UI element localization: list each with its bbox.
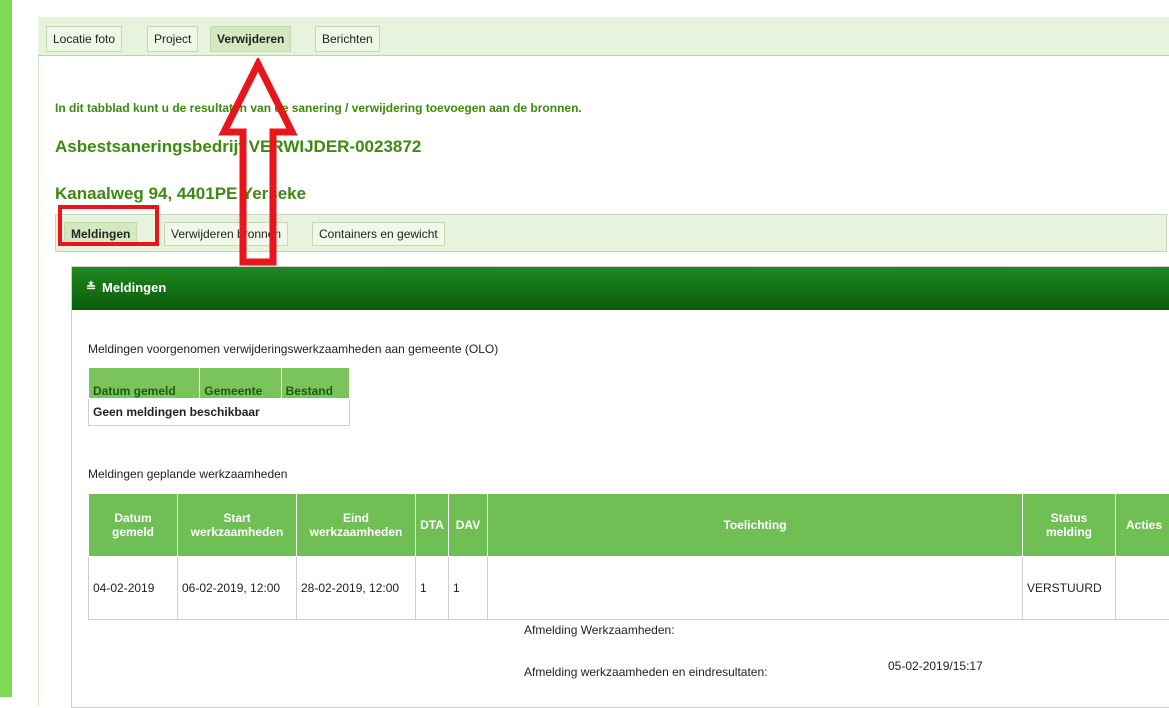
afmelding-date: 05-02-2019/15:17 bbox=[888, 659, 983, 673]
col-dav: DAV bbox=[449, 494, 488, 557]
col-bestand: Bestand bbox=[281, 368, 349, 399]
cell-acties bbox=[1116, 557, 1169, 620]
afmelding-eindresultaten-label: Afmelding werkzaamheden en eindresultate… bbox=[524, 665, 767, 679]
top-tab-bar: Locatie foto Project Verwijderen Bericht… bbox=[38, 17, 1169, 56]
col-acties: Acties bbox=[1116, 494, 1169, 557]
olo-section-label: Meldingen voorgenomen verwijderingswerkz… bbox=[88, 343, 608, 355]
col-datum-gemeld: Datum gemeld bbox=[89, 494, 178, 557]
tab-verwijderen[interactable]: Verwijderen bbox=[210, 26, 291, 52]
tab-locatie-foto[interactable]: Locatie foto bbox=[46, 26, 122, 52]
col-dta: DTA bbox=[416, 494, 449, 557]
left-accent-bar bbox=[0, 0, 12, 697]
planned-section-label: Meldingen geplande werkzaamheden bbox=[88, 467, 287, 481]
intro-text: In dit tabblad kunt u de resultaten van … bbox=[55, 101, 582, 115]
tab-project[interactable]: Project bbox=[147, 26, 198, 52]
cell-eind: 28-02-2019, 12:00 bbox=[297, 557, 416, 620]
col-eind-werkzaamheden: Eind werkzaamheden bbox=[297, 494, 416, 557]
afmelding-werkzaamheden-label: Afmelding Werkzaamheden: bbox=[524, 623, 675, 637]
table-row: 04-02-2019 06-02-2019, 12:00 28-02-2019,… bbox=[89, 557, 1169, 620]
cell-dta: 1 bbox=[416, 557, 449, 620]
highlight-box bbox=[58, 205, 159, 246]
collapse-chevron-icon[interactable]: ≛ bbox=[86, 280, 96, 294]
empty-message: Geen meldingen beschikbaar bbox=[89, 399, 350, 426]
cell-dav: 1 bbox=[449, 557, 488, 620]
panel-header[interactable]: ≛ Meldingen bbox=[72, 267, 1169, 310]
planned-table: Datum gemeld Start werkzaamheden Eind we… bbox=[88, 493, 1169, 620]
cell-status: VERSTUURD bbox=[1023, 557, 1116, 620]
tab-berichten[interactable]: Berichten bbox=[315, 26, 380, 52]
cell-toelichting bbox=[488, 557, 1023, 620]
col-toelichting: Toelichting bbox=[488, 494, 1023, 557]
tab-content: In dit tabblad kunt u de resultaten van … bbox=[38, 56, 1169, 706]
col-status-melding: Status melding bbox=[1023, 494, 1116, 557]
subtab-containers-en-gewicht[interactable]: Containers en gewicht bbox=[312, 222, 445, 246]
cell-datum-gemeld: 04-02-2019 bbox=[89, 557, 178, 620]
page: Locatie foto Project Verwijderen Bericht… bbox=[38, 10, 1169, 697]
annotation-arrow-icon bbox=[218, 58, 298, 268]
meldingen-panel: ≛ Meldingen Meldingen voorgenomen verwij… bbox=[71, 266, 1169, 708]
cell-start: 06-02-2019, 12:00 bbox=[178, 557, 297, 620]
col-datum-gemeld: Datum gemeld bbox=[89, 368, 200, 399]
panel-title: Meldingen bbox=[102, 280, 166, 295]
olo-table: Datum gemeld Gemeente Bestand Geen meldi… bbox=[88, 367, 350, 426]
col-gemeente: Gemeente bbox=[200, 368, 281, 399]
col-start-werkzaamheden: Start werkzaamheden bbox=[178, 494, 297, 557]
